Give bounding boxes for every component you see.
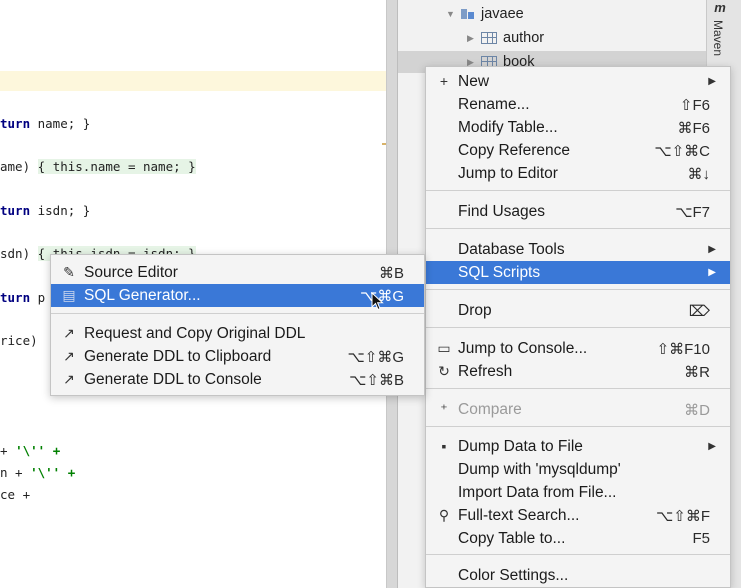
code-line: ame) { this.name = name; } (0, 159, 196, 174)
menu-item-new[interactable]: + New ▶ (426, 70, 730, 93)
menu-item-dump-mysqldump[interactable]: Dump with 'mysqldump' (426, 458, 730, 481)
save-icon: ▪ (441, 438, 447, 454)
search-icon: ⚲ (438, 507, 450, 523)
submenu-arrow-icon: ▶ (708, 244, 716, 255)
code-line: + '\'' + (0, 443, 61, 458)
pencil-icon: ✎ (63, 264, 75, 280)
menu-item-database-tools[interactable]: Database Tools ▶ (426, 238, 730, 261)
menu-separator (426, 190, 730, 191)
menu-item-jump-to-console[interactable]: ▭ Jump to Console... ⇧⌘F10 (426, 337, 730, 360)
delete-key-icon: ⌦ (688, 303, 710, 320)
menu-item-jump-to-editor[interactable]: Jump to Editor ⌘↓ (426, 162, 730, 185)
current-line-highlight (0, 71, 386, 91)
code-line: turn isdn; } (0, 203, 91, 218)
menu-separator (426, 228, 730, 229)
tree-item-table[interactable]: ▶ author (467, 27, 544, 49)
menu-item-copy-table[interactable]: Copy Table to... F5 (426, 527, 730, 550)
submenu-item-ddl-clipboard[interactable]: ↗ Generate DDL to Clipboard ⌥⇧⌘G (51, 345, 424, 368)
expand-down-icon[interactable]: ▼ (446, 9, 460, 19)
table-icon (481, 32, 497, 44)
menu-item-copy-reference[interactable]: Copy Reference ⌥⇧⌘C (426, 139, 730, 162)
code-line: turn name; } (0, 116, 91, 131)
menu-separator (426, 388, 730, 389)
menu-item-compare: ⁺ Compare ⌘D (426, 398, 730, 421)
submenu-item-ddl-console[interactable]: ↗ Generate DDL to Console ⌥⇧⌘B (51, 368, 424, 391)
menu-separator (426, 426, 730, 427)
submenu-arrow-icon: ▶ (708, 76, 716, 87)
code-line: n + '\'' + (0, 465, 76, 480)
external-link-icon: ↗ (63, 325, 75, 341)
expand-right-icon[interactable]: ▶ (467, 33, 481, 44)
submenu-arrow-icon: ▶ (708, 441, 716, 452)
sql-generator-icon: ▤ (62, 287, 76, 303)
menu-separator (426, 327, 730, 328)
menu-item-rename[interactable]: Rename... ⇧F6 (426, 93, 730, 116)
compare-icon: ⁺ (440, 401, 448, 417)
submenu-item-sql-generator[interactable]: ▤ SQL Generator... ⌥⌘G (51, 284, 424, 307)
schema-icon (461, 9, 474, 19)
mouse-cursor-icon (371, 292, 384, 311)
submenu-item-request-ddl[interactable]: ↗ Request and Copy Original DDL (51, 322, 424, 345)
menu-item-color-settings[interactable]: Color Settings... (426, 564, 730, 587)
external-link-icon: ↗ (63, 348, 75, 364)
menu-item-import-data[interactable]: Import Data from File... (426, 481, 730, 504)
maven-tab[interactable]: Maven (711, 20, 725, 56)
menu-item-sql-scripts[interactable]: SQL Scripts ▶ (426, 261, 730, 284)
maven-icon[interactable]: m (708, 0, 732, 15)
code-line: ce + (0, 487, 31, 502)
sql-scripts-submenu: ✎ Source Editor ⌘B ▤ SQL Generator... ⌥⌘… (50, 254, 425, 396)
code-line: rice) (0, 333, 46, 348)
plus-icon: + (439, 73, 449, 89)
tree-item-label: javaee (481, 6, 524, 22)
refresh-icon: ↻ (438, 363, 450, 379)
code-line: turn p (0, 290, 46, 305)
menu-item-refresh[interactable]: ↻ Refresh ⌘R (426, 360, 730, 383)
console-icon: ▭ (437, 340, 451, 356)
external-link-icon: ↗ (63, 371, 75, 387)
submenu-arrow-icon: ▶ (708, 267, 716, 278)
menu-separator (426, 554, 730, 555)
menu-separator (51, 313, 424, 314)
menu-separator (426, 289, 730, 290)
menu-item-drop[interactable]: Drop ⌦ (426, 299, 730, 322)
menu-item-find-usages[interactable]: Find Usages ⌥F7 (426, 200, 730, 223)
submenu-item-source-editor[interactable]: ✎ Source Editor ⌘B (51, 261, 424, 284)
menu-item-modify-table[interactable]: Modify Table... ⌘F6 (426, 116, 730, 139)
menu-item-full-text-search[interactable]: ⚲ Full-text Search... ⌥⇧⌘F (426, 504, 730, 527)
tree-item-schema[interactable]: ▼ javaee (446, 3, 524, 25)
tree-item-label: author (503, 30, 545, 46)
menu-item-dump-data[interactable]: ▪ Dump Data to File ▶ (426, 435, 730, 458)
context-menu: + New ▶ Rename... ⇧F6 Modify Table... ⌘F… (425, 66, 731, 588)
